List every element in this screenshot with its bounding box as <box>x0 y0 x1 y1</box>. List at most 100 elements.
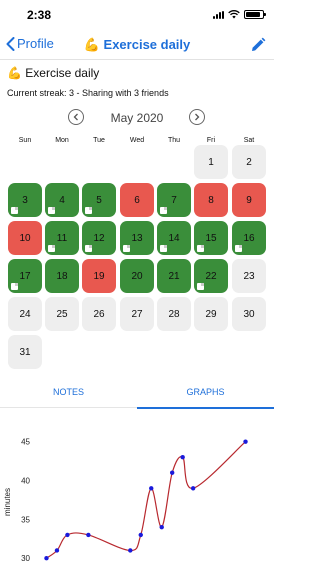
calendar-day[interactable]: 5 <box>82 183 116 217</box>
day-number: 17 <box>19 270 31 282</box>
status-bar: 2:38 <box>0 0 274 30</box>
day-number: 7 <box>171 194 177 206</box>
calendar-day[interactable]: 20 <box>120 259 154 293</box>
calendar-day[interactable]: 4 <box>45 183 79 217</box>
status-icons <box>213 10 266 19</box>
day-number: 8 <box>208 194 214 206</box>
minutes-chart: 30 35 40 45 minutes <box>3 438 248 563</box>
note-icon <box>11 207 18 214</box>
calendar-day[interactable]: 11 <box>45 221 79 255</box>
weekday-label: Thu <box>167 137 181 144</box>
calendar-day[interactable]: 16 <box>232 221 266 255</box>
data-point <box>159 524 164 530</box>
calendar-day[interactable]: 31 <box>8 335 42 369</box>
calendar-day[interactable]: 6 <box>120 183 154 217</box>
calendar-day[interactable]: 3 <box>8 183 42 217</box>
day-number: 12 <box>93 232 105 244</box>
note-icon <box>48 245 55 252</box>
calendar-day[interactable]: 25 <box>45 297 79 331</box>
tab-notes[interactable]: NOTES <box>0 380 137 408</box>
calendar-day[interactable]: 13 <box>120 221 154 255</box>
calendar-day[interactable]: 24 <box>8 297 42 331</box>
active-tab-indicator <box>137 407 274 409</box>
tab-graphs[interactable]: GRAPHS <box>137 380 274 409</box>
calendar-day[interactable]: 21 <box>157 259 191 293</box>
battery-icon <box>244 10 266 19</box>
data-point <box>180 455 185 460</box>
y-tick-label: 30 <box>21 554 30 563</box>
nav-bar: Profile 💪 Exercise daily <box>0 30 274 60</box>
calendar-day[interactable]: 27 <box>120 297 154 331</box>
month-navigator: May 2020 <box>0 107 274 129</box>
month-label: May 2020 <box>110 111 164 125</box>
calendar-day[interactable]: 26 <box>82 297 116 331</box>
y-axis-label: minutes <box>3 488 12 516</box>
data-point <box>149 486 154 491</box>
calendar-day[interactable]: 28 <box>157 297 191 331</box>
calendar-day[interactable]: 29 <box>194 297 228 331</box>
day-number: 25 <box>56 308 68 320</box>
note-icon <box>160 245 167 252</box>
tab-bar: NOTES GRAPHS <box>0 380 274 409</box>
day-number: 21 <box>168 270 180 282</box>
weekday-label: Wed <box>129 137 145 144</box>
calendar-day[interactable]: 9 <box>232 183 266 217</box>
note-icon <box>160 207 167 214</box>
calendar-day[interactable]: 14 <box>157 221 191 255</box>
next-month-button[interactable] <box>189 109 205 125</box>
day-number: 30 <box>243 308 255 320</box>
series-line <box>46 441 246 559</box>
page-title: 💪 Exercise daily <box>83 37 191 52</box>
note-icon <box>197 245 204 252</box>
day-number: 14 <box>168 232 180 244</box>
y-tick-label: 35 <box>21 515 30 524</box>
weekday-label: Tue <box>93 137 105 144</box>
calendar-day[interactable]: 30 <box>232 297 266 331</box>
calendar-day[interactable]: 17 <box>8 259 42 293</box>
weekday-label: Sun <box>18 137 32 144</box>
day-number: 19 <box>93 270 105 282</box>
calendar-day[interactable]: 1 <box>194 145 228 179</box>
status-time: 2:38 <box>27 8 52 22</box>
day-number: 29 <box>205 308 217 320</box>
calendar-day[interactable]: 15 <box>194 221 228 255</box>
data-point <box>86 532 91 538</box>
y-tick-label: 45 <box>21 438 30 447</box>
day-number: 10 <box>19 232 31 244</box>
habit-title: 💪 Exercise daily <box>7 66 100 80</box>
data-point <box>169 470 175 475</box>
day-number: 11 <box>56 232 68 244</box>
data-point <box>128 548 133 553</box>
calendar-day[interactable]: 18 <box>45 259 79 293</box>
note-icon <box>85 245 92 252</box>
data-point <box>65 532 70 538</box>
weekday-label: Mon <box>55 137 69 144</box>
day-number: 31 <box>19 346 31 358</box>
calendar-day[interactable]: 8 <box>194 183 228 217</box>
calendar-day[interactable]: 22 <box>194 259 228 293</box>
day-number: 22 <box>205 270 217 282</box>
calendar-day[interactable]: 7 <box>157 183 191 217</box>
calendar-day[interactable]: 10 <box>8 221 42 255</box>
calendar-day[interactable]: 12 <box>82 221 116 255</box>
y-tick-label: 40 <box>21 477 30 486</box>
day-number: 20 <box>131 270 143 282</box>
note-icon <box>197 283 204 290</box>
calendar-day[interactable]: 19 <box>82 259 116 293</box>
note-icon <box>85 207 92 214</box>
calendar-day[interactable]: 2 <box>232 145 266 179</box>
day-number: 4 <box>59 194 65 206</box>
day-number: 3 <box>22 194 28 206</box>
calendar-day[interactable]: 23 <box>232 259 266 293</box>
day-number: 5 <box>96 194 102 206</box>
data-point <box>44 556 49 561</box>
day-number: 26 <box>93 308 105 320</box>
note-icon <box>235 245 242 252</box>
data-point <box>54 548 60 553</box>
day-number: 2 <box>246 156 252 168</box>
edit-pencil-icon[interactable] <box>250 37 266 53</box>
day-number: 16 <box>243 232 255 244</box>
day-number: 23 <box>243 270 255 282</box>
chevron-right-icon <box>195 113 200 121</box>
habit-streak-text: Current streak: 3 - Sharing with 3 frien… <box>7 88 169 98</box>
